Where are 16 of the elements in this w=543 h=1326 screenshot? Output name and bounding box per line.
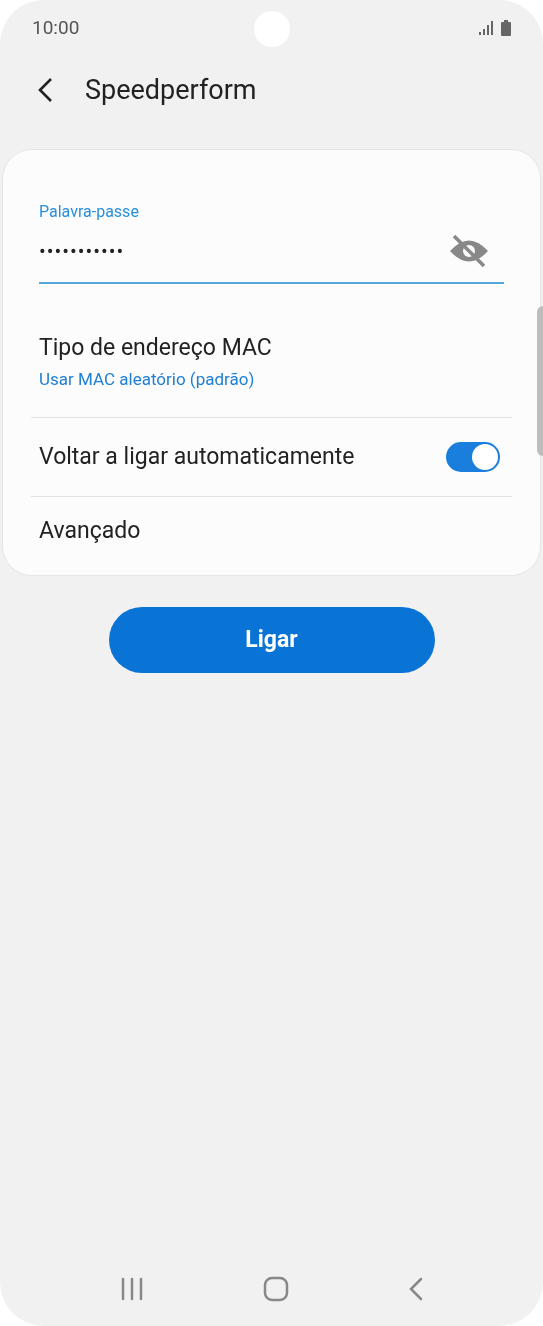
home-icon[interactable] (262, 1275, 289, 1302)
battery-icon (501, 20, 511, 36)
page-title: Speedperform (85, 72, 257, 108)
password-field[interactable]: ••••••••••• (39, 224, 504, 284)
setting-title[interactable]: Tipo de endereço MAC (39, 330, 272, 365)
field-label: Palavra-passe (39, 201, 140, 223)
setting-title[interactable]: Voltar a ligar automaticamente (39, 439, 355, 475)
eye-slash-icon[interactable] (448, 234, 490, 268)
connect-button[interactable]: Ligar (108, 607, 435, 673)
signal-icon (479, 21, 493, 35)
recent-apps-icon[interactable] (119, 1276, 144, 1301)
setting-value: Usar MAC aleatório (padrão) (39, 368, 256, 391)
back-nav-icon[interactable] (407, 1276, 424, 1301)
setting-title[interactable]: Avançado (39, 513, 141, 549)
toggle-switch[interactable] (446, 442, 500, 472)
status-time: 10:00 (32, 14, 80, 41)
